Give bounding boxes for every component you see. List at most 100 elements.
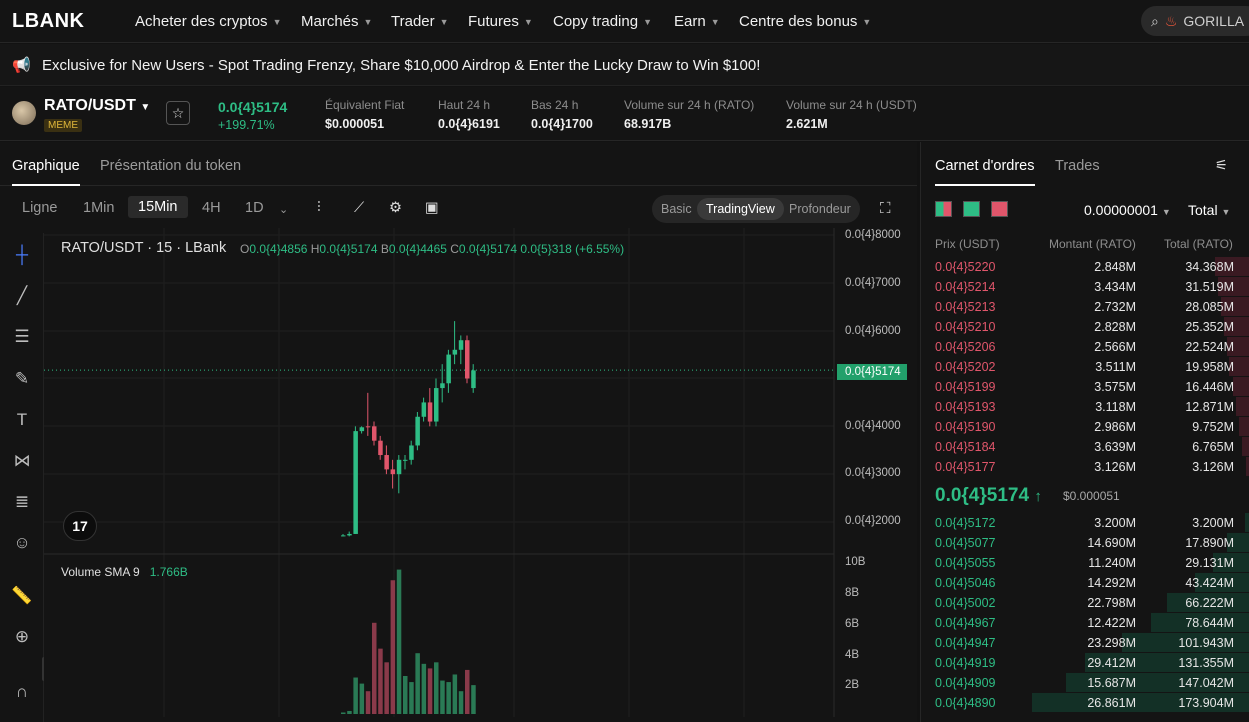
chevron-down-icon: ▼ [862,16,872,27]
total-select[interactable]: Total ▼ [1188,202,1230,218]
camera-icon[interactable]: ▣ [425,200,439,216]
horizontal-lines-icon[interactable]: ☰ [10,325,34,349]
logo[interactable]: LBANK [12,10,85,33]
settings-icon[interactable]: ⚙ [389,200,402,216]
orderbook-row[interactable]: 0.0{4}5177 3.126M 3.126M [935,457,1249,480]
view-tradingview[interactable]: TradingView [697,198,784,220]
candle-body [353,431,358,534]
row-price: 0.0{4}4890 [935,696,996,710]
tab-presentation[interactable]: Présentation du token [100,158,241,174]
y-tick: 0.0{4}8000 [845,229,901,241]
volume-bar [471,685,476,714]
row-total: 19.958M [1185,360,1234,374]
interval-4h[interactable]: 4H [202,200,221,216]
orderbook-row[interactable]: 0.0{4}5172 3.200M 3.200M [935,513,1249,536]
candle-body [384,455,389,470]
candle-body [359,427,365,432]
candle-body [427,402,433,422]
nav-trader[interactable]: Trader ▼ [391,13,449,30]
row-amount: 14.292M [1087,576,1136,590]
row-total: 9.752M [1192,420,1234,434]
book-both-icon[interactable] [935,201,952,217]
orderbook-settings-icon[interactable]: ⚟ [1215,158,1228,174]
pair-selector[interactable]: RATO/USDT ▼ [44,97,150,115]
price-step-select[interactable]: 0.00000001 ▼ [1084,202,1171,218]
interval-15min[interactable]: 15Min [128,196,188,218]
nav-bonus[interactable]: Centre des bonus ▼ [739,13,871,30]
ruler-icon[interactable]: 📏 [10,584,34,608]
row-amount: 2.732M [1094,300,1136,314]
row-total: 17.890M [1185,536,1234,550]
interval-ligne[interactable]: Ligne [22,200,57,216]
tradingview-logo[interactable]: 17 [63,511,97,541]
nav-acheter[interactable]: Acheter des cryptos ▼ [135,13,281,30]
orderbook-row[interactable]: 0.0{4}5190 2.986M 9.752M [935,417,1249,440]
announcement-banner[interactable]: 📢 Exclusive for New Users - Spot Trading… [0,44,1249,86]
orderbook-row[interactable]: 0.0{4}5210 2.828M 25.352M [935,317,1249,340]
coin-logo [12,101,36,125]
depth-bar [1242,437,1249,456]
fullscreen-icon[interactable]: ⛶ [880,200,891,217]
trendline-icon[interactable]: ╱ [10,284,34,308]
volume-bar [372,622,377,714]
row-amount: 2.848M [1094,260,1136,274]
interval-1min[interactable]: 1Min [83,200,114,216]
volume-bar [390,580,396,714]
tab-orderbook[interactable]: Carnet d'ordres [935,158,1034,174]
indicator-icon[interactable]: ⟋ [354,200,364,216]
nav-marches[interactable]: Marchés ▼ [301,13,372,30]
zoom-in-icon[interactable]: ⊕ [10,625,34,649]
orderbook-row[interactable]: 0.0{4}5055 11.240M 29.131M [935,553,1249,576]
view-basic[interactable]: Basic [661,202,692,216]
orderbook-row[interactable]: 0.0{4}5202 3.511M 19.958M [935,357,1249,380]
book-asks-icon[interactable] [991,201,1008,217]
nav-earn[interactable]: Earn ▼ [674,13,720,30]
active-tab-indicator [12,184,80,186]
col-price: Prix (USDT) [935,237,1000,251]
nav-copy-trading[interactable]: Copy trading ▼ [553,13,652,30]
depth-bar [1239,417,1249,436]
row-total: 22.524M [1185,340,1234,354]
caret-down-icon: ▼ [140,102,151,113]
nav-futures[interactable]: Futures ▼ [468,13,533,30]
row-price: 0.0{4}4947 [935,636,996,650]
text-icon[interactable]: T [10,408,34,432]
orderbook-row[interactable]: 0.0{4}5077 14.690M 17.890M [935,533,1249,556]
orderbook-row[interactable]: 0.0{4}4890 26.861M 173.904M [935,693,1249,716]
row-price: 0.0{4}5193 [935,400,996,414]
chevron-down-icon: ▼ [1221,207,1231,217]
orderbook-row[interactable]: 0.0{4}5199 3.575M 16.446M [935,377,1249,400]
orderbook-row[interactable]: 0.0{4}5206 2.566M 22.524M [935,337,1249,360]
volume-bar [446,682,451,714]
tab-graphique[interactable]: Graphique [12,158,80,174]
crosshair-icon[interactable]: ┼ [10,243,34,267]
row-price: 0.0{4}5210 [935,320,996,334]
row-amount: 14.690M [1087,536,1136,550]
interval-1d[interactable]: 1D [245,200,264,216]
candle-type-icon[interactable]: ⫶ [317,200,321,216]
tab-trades[interactable]: Trades [1055,158,1100,174]
book-bids-icon[interactable] [963,201,980,217]
search-input[interactable]: ⌕ ♨ GORILLA [1141,6,1249,36]
orderbook-row[interactable]: 0.0{4}5214 3.434M 31.519M [935,277,1249,300]
orderbook-row[interactable]: 0.0{4}5184 3.639M 6.765M [935,437,1249,460]
fib-icon[interactable]: ≣ [10,490,34,514]
volume-bar [409,682,414,714]
emoji-icon[interactable]: ☺ [10,531,34,555]
volume-bar [452,674,458,714]
interval-more-chevron-icon[interactable]: ⌄ [279,203,288,216]
magnet-icon[interactable]: ∩ [10,680,34,704]
orderbook-row[interactable]: 0.0{4}5213 2.732M 28.085M [935,297,1249,320]
orderbook-row[interactable]: 0.0{4}5193 3.118M 12.871M [935,397,1249,420]
candle-body [440,383,445,389]
brush-icon[interactable]: ✎ [10,367,34,391]
row-amount: 3.434M [1094,280,1136,294]
favorite-star-icon[interactable]: ☆ [166,101,190,125]
row-price: 0.0{4}5199 [935,380,996,394]
orderbook-row[interactable]: 0.0{4}5220 2.848M 34.368M [935,257,1249,280]
pattern-icon[interactable]: ⋈ [10,449,34,473]
chevron-down-icon: ▼ [272,16,282,27]
chevron-down-icon: ▼ [710,16,720,27]
view-profondeur[interactable]: Profondeur [789,202,851,216]
price-chart[interactable] [44,228,917,717]
